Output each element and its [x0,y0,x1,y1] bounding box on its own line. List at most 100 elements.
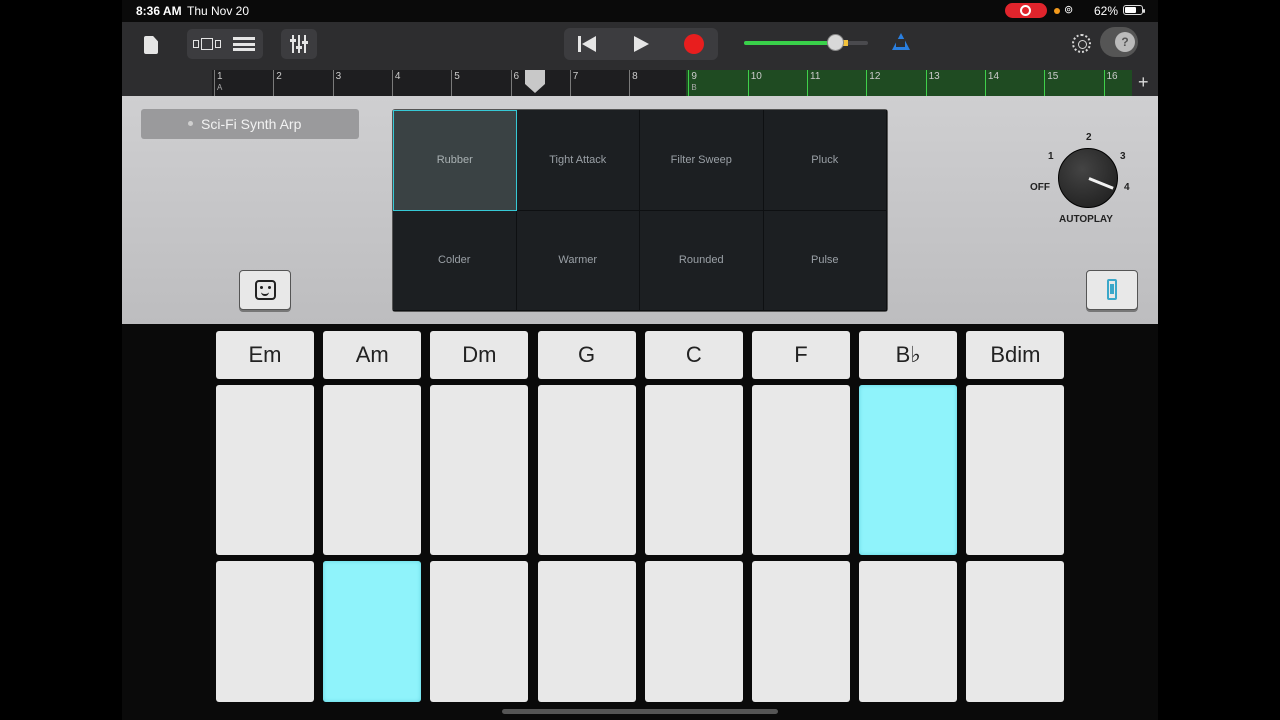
chord-strip: Dm [430,331,529,703]
pad-label: Rounded [678,254,724,267]
chord-strip: G [537,331,636,703]
patch-dot-icon [188,121,193,126]
mixer-button[interactable] [281,29,317,59]
wifi-icon: ⊚ [1064,4,1077,16]
ruler-bar-3: 3 [332,70,342,96]
bar-number: 8 [632,71,638,82]
add-section-button[interactable]: + [1138,73,1149,91]
bar-number: 2 [276,71,282,82]
pad-pluck[interactable]: Pluck [763,110,887,211]
volume-fill [744,41,830,45]
ruler-bar-9: 9B [688,70,697,96]
bar-number: 9 [691,71,697,82]
rewind-icon[interactable] [578,36,598,52]
my-songs-button[interactable] [138,30,164,60]
chord-button[interactable]: Dm [430,331,529,379]
help-icon: ? [1115,32,1135,52]
autoplay-label: AUTOPLAY [1059,214,1113,225]
autoplay-control: 2 1 3 OFF 4 AUTOPLAY [1022,126,1132,226]
autoplay-knob[interactable] [1058,148,1118,208]
screen-recording-icon[interactable] [1005,3,1047,18]
keyboard-icon [1107,279,1117,300]
battery-icon [1123,5,1145,15]
autoplay-off-label: OFF [1030,182,1050,193]
chord-strips: Em Am Dm G C F B♭ Bdim [216,331,1065,703]
pad-label: Rubber [436,154,473,167]
status-time: 8:36 AM [136,4,182,18]
patch-name-button[interactable]: Sci-Fi Synth Arp [141,109,359,139]
ruler-bar-7: 7 [569,70,578,96]
chord-button[interactable]: Em [216,331,314,379]
list-view-icon[interactable] [233,37,255,51]
autoplay-2-label: 2 [1086,132,1092,143]
playhead[interactable] [525,70,545,94]
chord-pad-upper[interactable] [430,385,529,555]
volume-knob[interactable] [826,34,844,51]
pad-label: Warmer [558,254,598,267]
mic-indicator-icon [1054,8,1060,14]
chord-pad-upper[interactable] [323,385,422,555]
chord-pad-upper[interactable] [537,385,636,555]
chord-pad-lower[interactable] [430,561,529,702]
track-view-icon[interactable] [193,38,221,50]
home-indicator[interactable] [502,709,778,714]
chord-button[interactable]: C [644,331,743,379]
chord-button[interactable]: G [537,331,636,379]
pad-pulse[interactable]: Pulse [763,210,887,311]
status-date: Thu Nov 20 [187,4,250,18]
ruler-bar-10: 10 [747,70,762,96]
pad-rubber[interactable]: Rubber [393,110,517,211]
pad-rounded[interactable]: Rounded [640,210,764,311]
bar-number: 4 [394,71,401,82]
ruler-bar-4: 4 [391,70,401,96]
chord-button[interactable]: Am [323,331,422,379]
chord-pad-upper[interactable] [216,385,314,555]
chord-pad-upper[interactable] [644,385,743,555]
metronome-icon[interactable] [891,33,911,51]
section-b-label: B [691,83,697,92]
master-volume-slider[interactable] [744,34,870,51]
settings-icon[interactable] [1072,34,1091,53]
sound-pad-grid: Rubber Tight Attack Filter Sweep Pluck C… [392,109,888,312]
ruler-bar-13: 13 [925,70,940,96]
pad-label: Filter Sweep [670,153,732,166]
chord-pad-lower[interactable] [537,561,636,702]
pad-warmer[interactable]: Warmer [516,210,640,311]
pad-filter-sweep[interactable]: Filter Sweep [640,110,764,211]
chord-button[interactable]: F [752,331,850,379]
autoplay-4-label: 4 [1124,182,1130,193]
chord-pad-lower[interactable] [216,561,314,702]
keyboard-toggle-button[interactable] [1086,270,1138,310]
chord-pad-lower[interactable] [752,561,850,702]
chord-pad-lower[interactable] [323,561,422,702]
chord-strip: Em [216,331,314,703]
record-icon[interactable] [684,34,704,54]
transport-controls [564,28,718,60]
bar-number: 3 [335,71,342,82]
chord-pad-lower[interactable] [644,561,743,702]
play-icon[interactable] [634,36,649,52]
ruler-bar-15: 15 [1044,70,1058,96]
chord-pad-upper[interactable] [752,385,850,555]
help-toggle[interactable]: ? [1100,27,1138,57]
pad-colder[interactable]: Colder [393,210,517,311]
ruler-bar-1: 1A [214,70,223,96]
chord-strip: B♭ [859,331,958,703]
pad-tight-attack[interactable]: Tight Attack [516,110,640,211]
autoplay-3-label: 3 [1120,151,1126,162]
chord-pad-upper[interactable] [859,385,958,555]
bar-number: 13 [928,71,940,82]
face-button[interactable] [239,270,291,310]
chord-button[interactable]: Bdim [966,331,1065,379]
ruler-bar-12: 12 [866,70,880,96]
view-toggle-group[interactable] [187,29,263,59]
chord-button[interactable]: B♭ [859,331,958,379]
timeline-ruler[interactable]: 1 A 2 3 4 5 6 7 8 9 B 10 11 12 13 14 15 16 + [122,70,1158,96]
ruler-bar-8: 8 [629,70,638,96]
chord-pad-upper[interactable] [966,385,1065,555]
chord-pad-lower[interactable] [966,561,1065,702]
garageband-screen: 8:36 AM Thu Nov 20 ⊚ 62% ? 1 A 2 3 4 5 6… [122,0,1158,720]
bar-number: 6 [513,71,520,82]
chord-strip: Bdim [966,331,1065,703]
chord-pad-lower[interactable] [859,561,958,702]
